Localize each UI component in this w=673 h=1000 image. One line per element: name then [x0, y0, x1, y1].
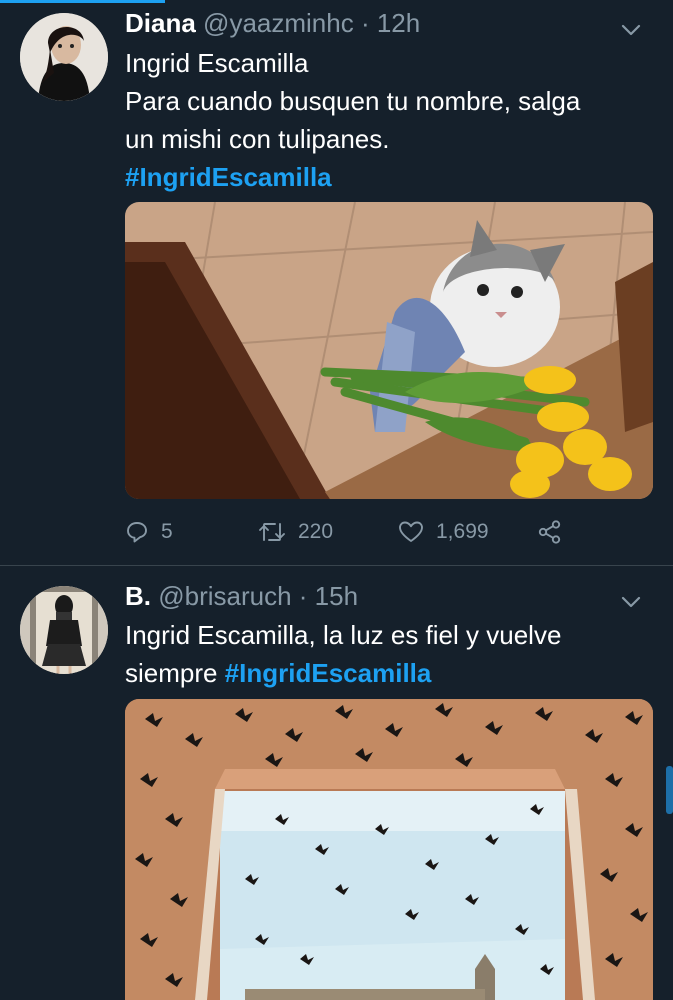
chevron-down-icon[interactable]	[619, 18, 643, 42]
reply-button[interactable]: 5	[125, 517, 173, 547]
retweet-count: 220	[298, 520, 334, 543]
tweet-media-photo[interactable]	[125, 699, 653, 1000]
handle[interactable]: @yaazminhc	[203, 8, 354, 38]
hashtag-link[interactable]: #IngridEscamilla	[125, 158, 645, 196]
scrollbar[interactable]	[666, 766, 673, 814]
avatar[interactable]	[20, 586, 108, 674]
hashtag-link[interactable]: #IngridEscamilla	[225, 658, 432, 688]
like-count: 1,699	[436, 520, 489, 543]
display-name[interactable]: Diana	[125, 8, 196, 38]
tweet-text-line: Ingrid Escamilla	[125, 48, 309, 78]
share-icon	[538, 520, 561, 544]
handle[interactable]: @brisaruch	[158, 581, 291, 611]
tweet-media-photo[interactable]	[125, 202, 653, 499]
tweet-text-line: Para cuando busquen tu nombre, salga	[125, 86, 581, 116]
like-icon	[399, 521, 423, 542]
reply-count: 5	[161, 520, 173, 543]
chevron-down-icon[interactable]	[619, 590, 643, 614]
like-button[interactable]: 1,699	[398, 517, 489, 547]
retweet-button[interactable]: 220	[258, 517, 333, 547]
timestamp[interactable]: · 15h	[299, 581, 358, 611]
tweet-header: Diana @yaazminhc · 12h	[125, 5, 420, 41]
tweet-header: B. @brisaruch · 15h	[125, 578, 358, 614]
display-name[interactable]: B.	[125, 581, 151, 611]
tweet-text-line: un mishi con tulipanes.	[125, 124, 390, 154]
tweet-actions: 5 220 1,699	[125, 517, 625, 547]
retweet-icon	[259, 523, 285, 541]
timestamp[interactable]: · 12h	[361, 8, 420, 38]
avatar[interactable]	[20, 13, 108, 101]
share-button[interactable]	[537, 517, 575, 547]
reply-icon	[127, 522, 147, 543]
tweet-text-line: Ingrid Escamilla, la luz es fiel y vuelv…	[125, 620, 562, 650]
tweet-2[interactable]: B. @brisaruch · 15h Ingrid Escamilla, la…	[0, 566, 673, 1000]
tweet-text-fragment: siempre	[125, 658, 225, 688]
tweet-1[interactable]: Diana @yaazminhc · 12h Ingrid Escamilla …	[0, 0, 673, 565]
tweet-text: Ingrid Escamilla Para cuando busquen tu …	[125, 44, 645, 196]
tweet-text-line: siempre #IngridEscamilla	[125, 654, 645, 692]
tweet-text: Ingrid Escamilla, la luz es fiel y vuelv…	[125, 616, 645, 692]
